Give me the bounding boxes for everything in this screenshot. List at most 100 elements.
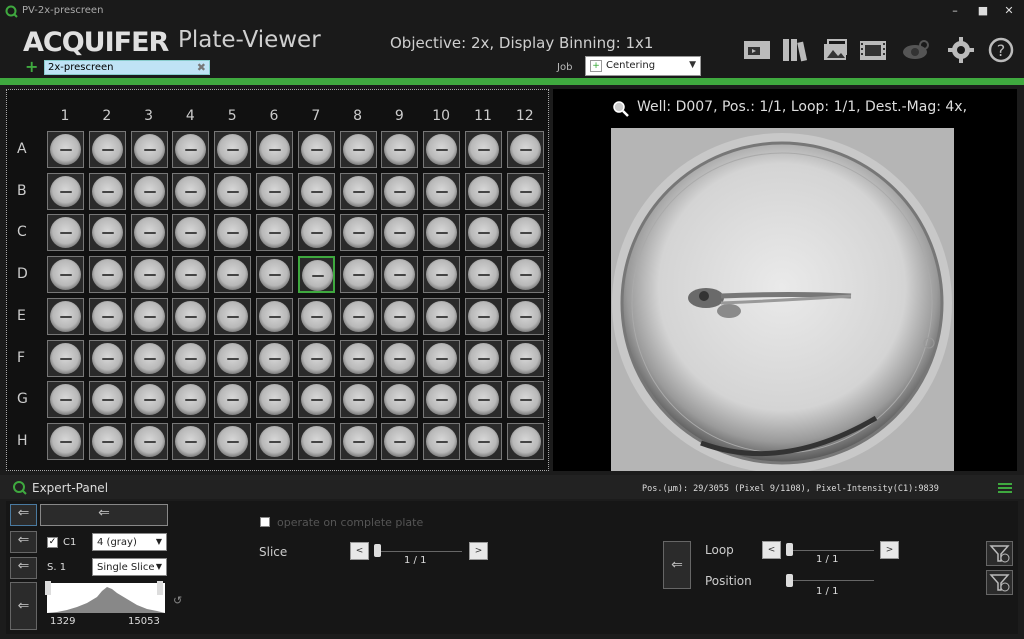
- plate-well[interactable]: [256, 131, 293, 168]
- row-header[interactable]: H: [17, 433, 37, 449]
- plate-well[interactable]: [297, 381, 335, 419]
- row-header[interactable]: A: [17, 141, 37, 157]
- column-header[interactable]: 6: [254, 108, 294, 124]
- zoom-icon[interactable]: [612, 100, 630, 118]
- plate-well[interactable]: [506, 381, 544, 419]
- plate-well[interactable]: [214, 172, 252, 210]
- position-track[interactable]: [788, 580, 874, 581]
- plate-well[interactable]: [465, 422, 502, 460]
- plate-well[interactable]: [423, 297, 461, 335]
- operate-plate-checkbox[interactable]: [260, 517, 270, 527]
- plate-well[interactable]: [506, 214, 544, 252]
- channel-checkbox[interactable]: ✓: [47, 537, 58, 548]
- histogram-collapse-button[interactable]: ⇐: [10, 582, 37, 630]
- plate-well[interactable]: [381, 214, 419, 252]
- plate-well[interactable]: [256, 214, 293, 252]
- collapse-wide-button[interactable]: ⇐: [40, 504, 168, 526]
- row-header[interactable]: B: [17, 183, 37, 199]
- plate-well[interactable]: [339, 381, 377, 419]
- screen-icon[interactable]: [742, 36, 772, 64]
- column-header[interactable]: 10: [421, 108, 461, 124]
- plate-well[interactable]: [339, 256, 377, 294]
- loop-track[interactable]: [788, 550, 874, 551]
- plate-well[interactable]: [88, 339, 126, 377]
- plate-well[interactable]: [88, 131, 126, 168]
- plate-well[interactable]: [423, 422, 461, 460]
- plate-well[interactable]: [297, 422, 335, 460]
- plate-well[interactable]: [214, 297, 252, 335]
- histogram-max-handle[interactable]: [157, 581, 163, 595]
- plate-well[interactable]: [339, 131, 377, 168]
- plate-well[interactable]: [214, 422, 252, 460]
- plate-well[interactable]: [297, 339, 335, 377]
- plate-well[interactable]: [339, 172, 377, 210]
- plate-well[interactable]: [256, 256, 293, 294]
- loop-collapse-button[interactable]: ⇐: [663, 541, 691, 589]
- add-icon[interactable]: +: [25, 59, 38, 75]
- column-header[interactable]: 5: [212, 108, 252, 124]
- channel-color-select[interactable]: 4 (gray) ▼: [92, 533, 167, 551]
- plate-well[interactable]: [381, 131, 419, 168]
- plate-well[interactable]: [297, 256, 335, 294]
- plate-well[interactable]: [88, 256, 126, 294]
- slice-prev-button[interactable]: <: [350, 542, 369, 560]
- column-header[interactable]: 2: [87, 108, 127, 124]
- plate-well[interactable]: [88, 172, 126, 210]
- plate-well[interactable]: [130, 381, 168, 419]
- column-header[interactable]: 12: [505, 108, 545, 124]
- plate-well[interactable]: [172, 422, 210, 460]
- plate-well[interactable]: [214, 131, 252, 168]
- plate-well[interactable]: [465, 214, 502, 252]
- plate-well[interactable]: [381, 422, 419, 460]
- plate-well[interactable]: [130, 297, 168, 335]
- plate-well[interactable]: [506, 422, 544, 460]
- column-header[interactable]: 3: [129, 108, 169, 124]
- maximize-button[interactable]: ■: [972, 3, 994, 19]
- row-header[interactable]: F: [17, 350, 37, 366]
- close-button[interactable]: ✕: [998, 3, 1020, 19]
- plate-well[interactable]: [506, 172, 544, 210]
- plate-well[interactable]: [339, 422, 377, 460]
- plate-well[interactable]: [423, 214, 461, 252]
- collapse-left-button[interactable]: ⇐: [10, 504, 37, 526]
- plate-well[interactable]: [256, 381, 293, 419]
- plate-well[interactable]: [381, 339, 419, 377]
- intensity-histogram[interactable]: [47, 583, 165, 613]
- plate-well[interactable]: [339, 297, 377, 335]
- plate-well[interactable]: [506, 256, 544, 294]
- plate-well[interactable]: [172, 214, 210, 252]
- slice-track[interactable]: [376, 551, 462, 552]
- plate-well[interactable]: [47, 339, 84, 377]
- plate-name-field[interactable]: 2x-prescreen ✖: [44, 60, 210, 75]
- settings-icon[interactable]: [946, 36, 976, 64]
- histogram-min-handle[interactable]: [45, 581, 51, 595]
- plate-well[interactable]: [47, 214, 84, 252]
- plate-well[interactable]: [130, 422, 168, 460]
- images-icon[interactable]: [820, 36, 850, 64]
- plate-well[interactable]: [297, 297, 335, 335]
- loop-slider-handle[interactable]: [786, 543, 793, 556]
- reset-icon[interactable]: ↺: [173, 594, 182, 607]
- job-select[interactable]: + Centering ▼: [585, 56, 701, 76]
- slice-collapse-button[interactable]: ⇐: [10, 557, 37, 579]
- row-header[interactable]: E: [17, 308, 37, 324]
- plate-well[interactable]: [465, 172, 502, 210]
- plate-well[interactable]: [297, 131, 335, 168]
- plate-well[interactable]: [339, 339, 377, 377]
- channel-collapse-button[interactable]: ⇐: [10, 531, 37, 553]
- loop-next-button[interactable]: >: [880, 541, 899, 559]
- plate-well[interactable]: [423, 256, 461, 294]
- plate-well[interactable]: [465, 297, 502, 335]
- plate-well[interactable]: [88, 214, 126, 252]
- plate-well[interactable]: [256, 297, 293, 335]
- minimize-button[interactable]: –: [944, 3, 966, 19]
- plate-well[interactable]: [47, 131, 84, 168]
- column-header[interactable]: 9: [379, 108, 419, 124]
- plate-well[interactable]: [465, 131, 502, 168]
- column-header[interactable]: 11: [463, 108, 503, 124]
- library-icon[interactable]: [780, 36, 810, 64]
- plate-well[interactable]: [423, 381, 461, 419]
- slice-slider-handle[interactable]: [374, 544, 381, 557]
- plate-well[interactable]: [465, 256, 502, 294]
- plate-well[interactable]: [465, 339, 502, 377]
